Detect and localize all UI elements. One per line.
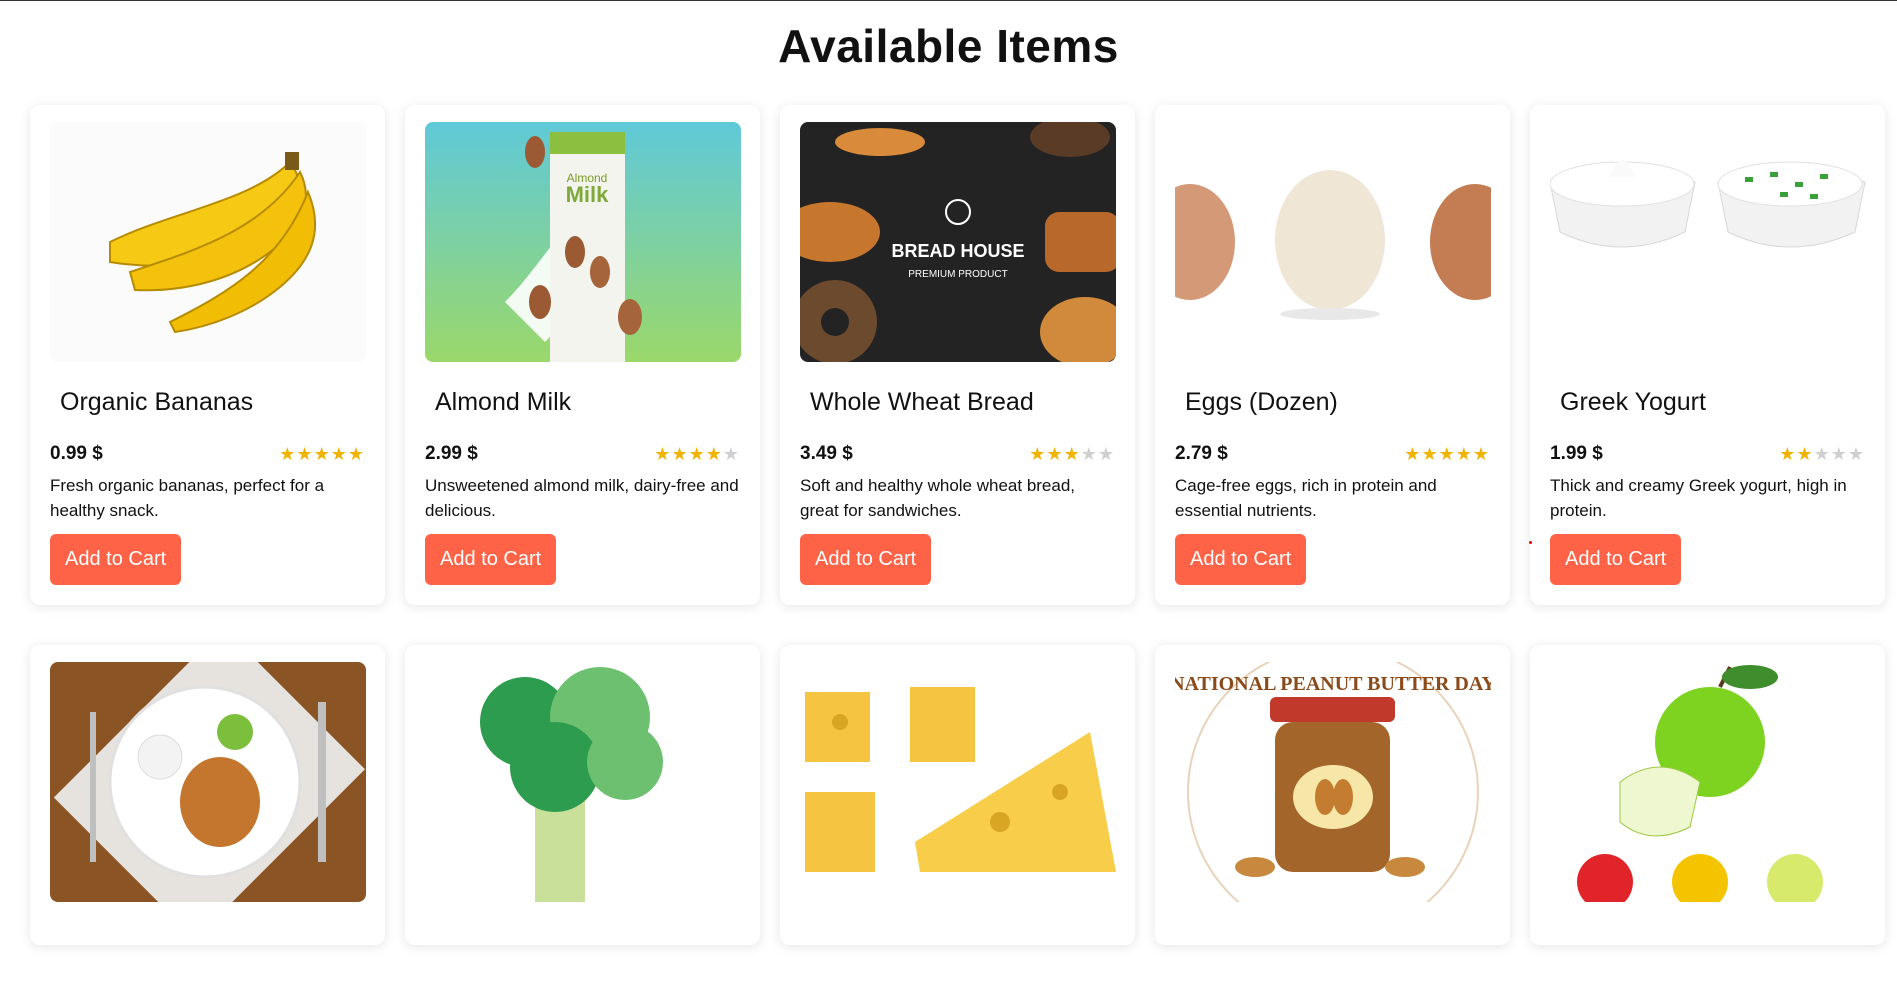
product-card: NATIONAL PEANUT BUTTER DAY (1155, 645, 1510, 945)
star-filled-icon: ★ (1779, 443, 1797, 464)
product-image-apples (1550, 662, 1866, 902)
product-price: 0.99 $ (50, 443, 103, 464)
star-filled-icon: ★ (1421, 443, 1439, 464)
peanut-day-text: NATIONAL PEANUT BUTTER DAY (1175, 673, 1491, 695)
star-filled-icon: ★ (347, 443, 365, 464)
add-to-cart-button[interactable]: Add to Cart (1550, 534, 1682, 585)
rating-stars: ★★★★★ (1779, 444, 1865, 465)
product-name: Organic Bananas (60, 388, 254, 416)
product-image-cheese (800, 662, 1116, 902)
product-card: Organic Bananas 0.99 $ ★★★★★ Fresh organ… (30, 105, 385, 605)
star-empty-icon: ★ (1830, 443, 1848, 464)
product-grid: Organic Bananas 0.99 $ ★★★★★ Fresh organ… (30, 105, 1890, 985)
svg-text:Milk: Milk (566, 182, 610, 207)
star-filled-icon: ★ (313, 443, 331, 464)
star-filled-icon: ★ (654, 443, 672, 464)
product-name: Eggs (Dozen) (1185, 388, 1338, 416)
rating-stars: ★★★★★ (1404, 444, 1490, 465)
product-name: Almond Milk (435, 388, 572, 416)
product-card (1530, 645, 1885, 945)
product-name: Whole Wheat Bread (810, 388, 1034, 416)
product-description: Fresh organic bananas, perfect for a hea… (50, 476, 325, 520)
rating-stars: ★★★★★ (654, 444, 740, 465)
product-card: Almond Milk Almond Milk 2.99 $ ★★★★★ Uns… (405, 105, 760, 605)
product-image-eggs (1175, 122, 1491, 362)
product-card (405, 645, 760, 945)
add-to-cart-button[interactable]: Add to Cart (1175, 534, 1307, 585)
product-description: Unsweetened almond milk, dairy-free and … (425, 476, 739, 520)
star-filled-icon: ★ (688, 443, 706, 464)
product-card: Eggs (Dozen) 2.79 $ ★★★★★ Cage-free eggs… (1155, 105, 1510, 605)
product-image-yogurt (1550, 122, 1866, 362)
star-filled-icon: ★ (1472, 443, 1490, 464)
star-filled-icon: ★ (1455, 443, 1473, 464)
star-filled-icon: ★ (296, 443, 314, 464)
product-description: Thick and creamy Greek yogurt, high in p… (1550, 476, 1847, 520)
product-card (780, 645, 1135, 945)
star-filled-icon: ★ (1796, 443, 1814, 464)
product-price: 3.49 $ (800, 443, 853, 464)
product-row: Organic Bananas 0.99 $ ★★★★★ Fresh organ… (30, 105, 1890, 605)
product-image-almond-milk: Almond Milk (425, 122, 741, 362)
add-to-cart-button[interactable]: Add to Cart (425, 534, 557, 585)
product-image-bananas (50, 122, 366, 362)
product-image-peanut-butter: NATIONAL PEANUT BUTTER DAY (1175, 662, 1491, 902)
product-image-broccoli (425, 662, 741, 902)
product-price: 1.99 $ (1550, 443, 1603, 464)
star-filled-icon: ★ (1404, 443, 1422, 464)
star-filled-icon: ★ (671, 443, 689, 464)
product-price: 2.99 $ (425, 443, 478, 464)
svg-text:PREMIUM PRODUCT: PREMIUM PRODUCT (908, 269, 1007, 280)
product-price: 2.79 $ (1175, 443, 1228, 464)
star-filled-icon: ★ (1438, 443, 1456, 464)
cursor-dot (1529, 541, 1532, 544)
product-image-chicken-plate (50, 662, 366, 902)
star-filled-icon: ★ (279, 443, 297, 464)
product-description: Soft and healthy whole wheat bread, grea… (800, 476, 1076, 520)
page-title: Available Items (778, 20, 1119, 72)
star-empty-icon: ★ (1813, 443, 1831, 464)
rating-stars: ★★★★★ (279, 444, 365, 465)
product-card (30, 645, 385, 945)
star-empty-icon: ★ (1097, 443, 1115, 464)
star-filled-icon: ★ (330, 443, 348, 464)
product-row: NATIONAL PEANUT BUTTER DAY (30, 645, 1890, 945)
star-filled-icon: ★ (1029, 443, 1047, 464)
add-to-cart-button[interactable]: Add to Cart (50, 534, 182, 585)
add-to-cart-button[interactable]: Add to Cart (800, 534, 932, 585)
star-empty-icon: ★ (1080, 443, 1098, 464)
rating-stars: ★★★★★ (1029, 444, 1115, 465)
bread-house-label: BREAD HOUSE (891, 241, 1024, 261)
star-empty-icon: ★ (722, 443, 740, 464)
star-empty-icon: ★ (1847, 443, 1865, 464)
product-description: Cage-free eggs, rich in protein and esse… (1175, 476, 1437, 520)
product-card: Greek Yogurt 1.99 $ ★★★★★ Thick and crea… (1530, 105, 1885, 605)
product-image-bread: BREAD HOUSE PREMIUM PRODUCT (800, 122, 1116, 362)
product-name: Greek Yogurt (1560, 388, 1706, 416)
star-filled-icon: ★ (705, 443, 723, 464)
star-filled-icon: ★ (1063, 443, 1081, 464)
product-card: BREAD HOUSE PREMIUM PRODUCT Whole Wheat … (780, 105, 1135, 605)
star-filled-icon: ★ (1046, 443, 1064, 464)
